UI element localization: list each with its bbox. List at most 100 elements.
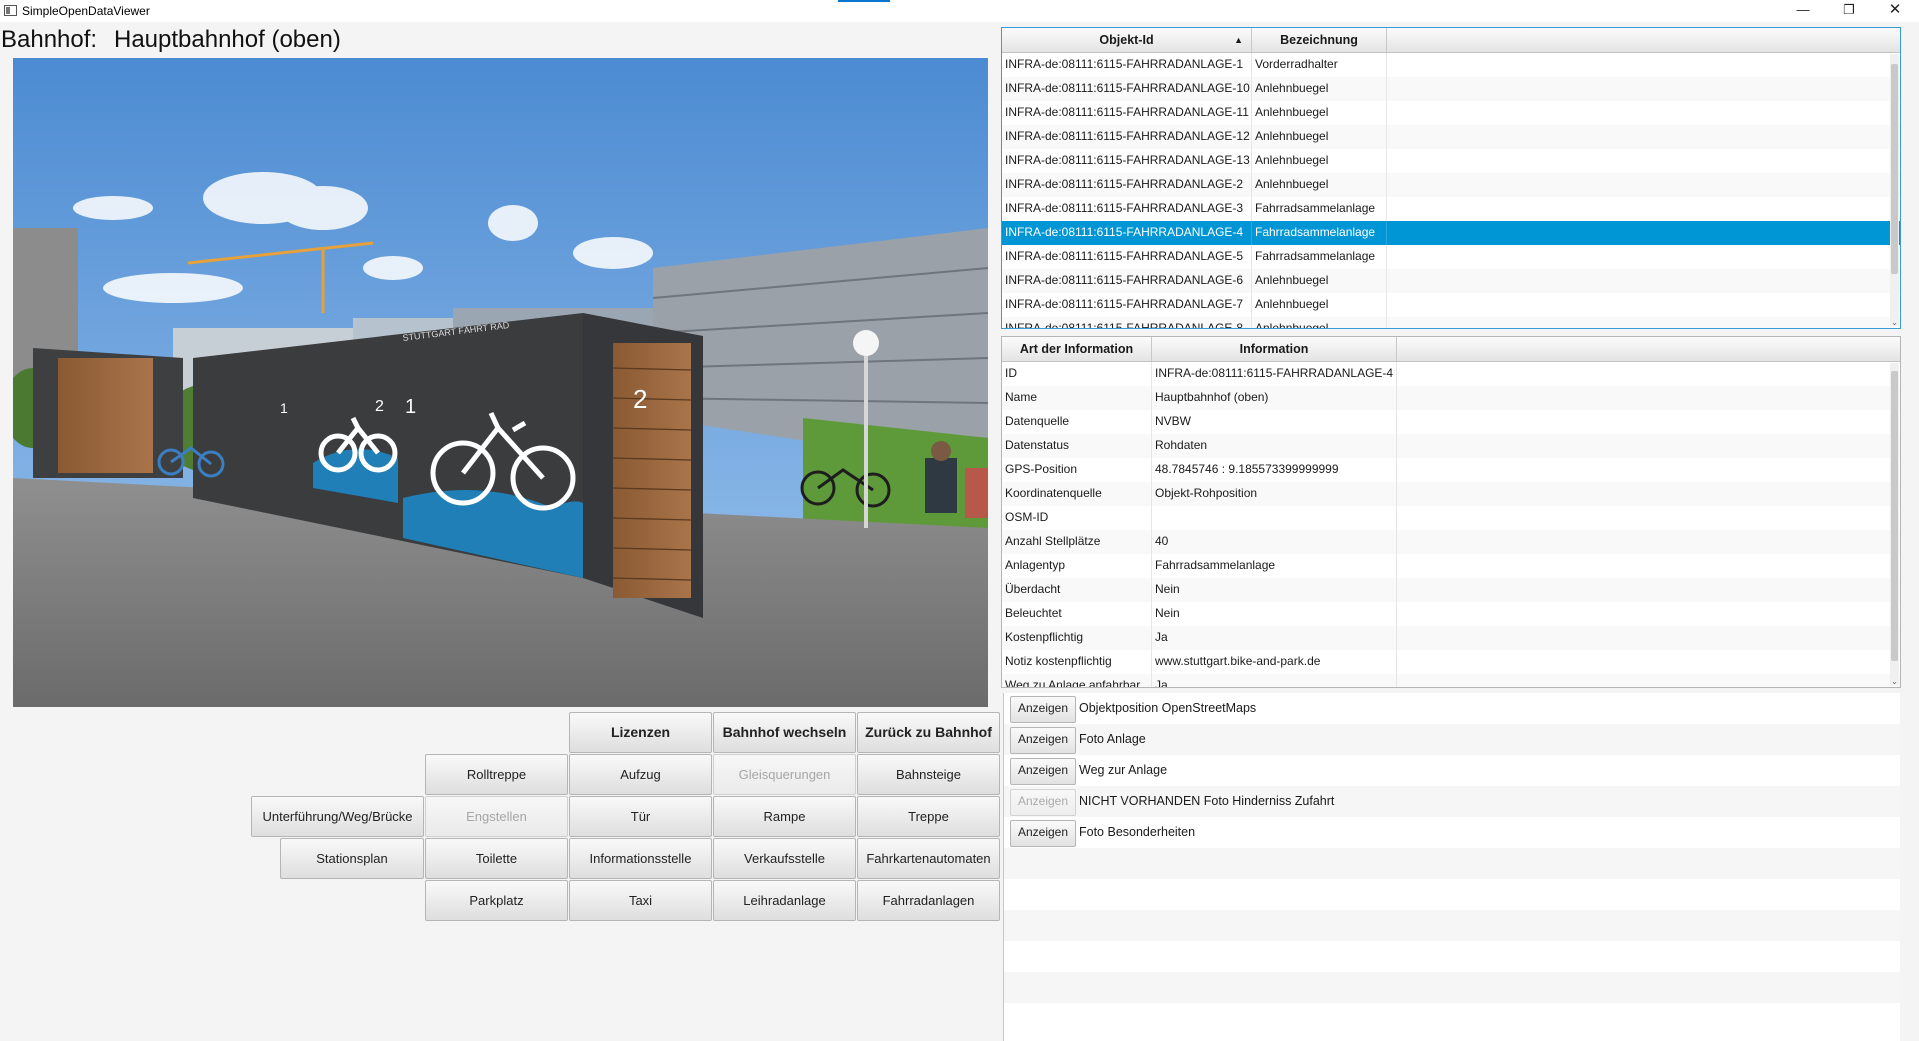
box-number-1: 1 [280, 400, 288, 416]
info-table-row[interactable]: ID INFRA-de:08111:6115-FAHRRADANLAGE-4 [1002, 362, 1900, 386]
toilette-button[interactable]: Toilette [425, 838, 568, 879]
info-table-row[interactable]: Weg zu Anlage anfahrbar Ja [1002, 674, 1900, 687]
empty-row [1004, 848, 1900, 879]
column-bezeichnung[interactable]: Bezeichnung [1252, 28, 1387, 52]
box-number-2: 2 [375, 398, 384, 415]
bezeichnung-cell: Fahrradsammelanlage [1252, 197, 1387, 221]
bahnhof-wechseln-button[interactable]: Bahnhof wechseln [713, 712, 856, 753]
object-table[interactable]: Objekt-Id ▲ Bezeichnung INFRA-de:08111:6… [1001, 27, 1901, 329]
link-row: Anzeigen Weg zur Anlage [1004, 755, 1900, 786]
info-key-cell: Überdacht [1002, 578, 1152, 602]
close-icon[interactable]: ✕ [1872, 0, 1918, 22]
object-table-row[interactable]: INFRA-de:08111:6115-FAHRRADANLAGE-7 Anleh… [1002, 293, 1900, 317]
info-table-row[interactable]: Kostenpflichtig Ja [1002, 626, 1900, 650]
info-value-cell [1152, 506, 1397, 530]
rolltreppe-button[interactable]: Rolltreppe [425, 754, 568, 795]
anzeigen-button[interactable]: Anzeigen [1010, 789, 1076, 816]
tuer-button[interactable]: Tür [569, 796, 712, 837]
link-description: NICHT VORHANDEN Foto Hinderniss Zufahrt [1079, 794, 1335, 808]
info-table-row[interactable]: Anzahl Stellplätze 40 [1002, 530, 1900, 554]
object-table-row[interactable]: INFRA-de:08111:6115-FAHRRADANLAGE-6 Anleh… [1002, 269, 1900, 293]
info-key-cell: Kostenpflichtig [1002, 626, 1152, 650]
object-id-cell: INFRA-de:08111:6115-FAHRRADANLAGE-6 [1002, 269, 1252, 293]
info-value-cell: 48.7845746 : 9.185573399999999 [1152, 458, 1397, 482]
object-table-row[interactable]: INFRA-de:08111:6115-FAHRRADANLAGE-5 Fahrr… [1002, 245, 1900, 269]
taxi-button[interactable]: Taxi [569, 880, 712, 921]
info-value-cell: www.stuttgart.bike-and-park.de [1152, 650, 1397, 674]
info-value-cell: 40 [1152, 530, 1397, 554]
aufzug-button[interactable]: Aufzug [569, 754, 712, 795]
app-icon [4, 5, 17, 16]
info-table-row[interactable]: Überdacht Nein [1002, 578, 1900, 602]
empty-row [1004, 910, 1900, 941]
rampe-button[interactable]: Rampe [713, 796, 856, 837]
object-table-row[interactable]: INFRA-de:08111:6115-FAHRRADANLAGE-11 Anle… [1002, 101, 1900, 125]
info-value-cell: NVBW [1152, 410, 1397, 434]
sort-ascending-icon: ▲ [1234, 35, 1243, 45]
object-table-row[interactable]: INFRA-de:08111:6115-FAHRRADANLAGE-12 Anle… [1002, 125, 1900, 149]
anzeigen-button[interactable]: Anzeigen [1010, 820, 1076, 847]
restore-icon[interactable]: ❐ [1826, 0, 1872, 22]
info-table-row[interactable]: Beleuchtet Nein [1002, 602, 1900, 626]
title-bar-accent [838, 0, 890, 2]
engstellen-button[interactable]: Engstellen [425, 796, 568, 837]
object-table-row[interactable]: INFRA-de:08111:6115-FAHRRADANLAGE-1 Vorde… [1002, 53, 1900, 77]
zurueck-zu-bahnhof-button[interactable]: Zurück zu Bahnhof [857, 712, 1000, 753]
anzeigen-button[interactable]: Anzeigen [1010, 727, 1076, 754]
leihradanlage-button[interactable]: Leihradanlage [713, 880, 856, 921]
info-table-row[interactable]: Datenquelle NVBW [1002, 410, 1900, 434]
anzeigen-button[interactable]: Anzeigen [1010, 758, 1076, 785]
unterfuehrung-button[interactable]: Unterführung/Weg/Brücke [251, 796, 424, 837]
empty-row [1004, 972, 1900, 1003]
info-key-cell: Notiz kostenpflichtig [1002, 650, 1152, 674]
object-table-header: Objekt-Id ▲ Bezeichnung [1002, 28, 1900, 53]
object-table-row[interactable]: INFRA-de:08111:6115-FAHRRADANLAGE-2 Anleh… [1002, 173, 1900, 197]
object-id-cell: INFRA-de:08111:6115-FAHRRADANLAGE-7 [1002, 293, 1252, 317]
column-information[interactable]: Information [1152, 337, 1397, 361]
info-table-row[interactable]: Datenstatus Rohdaten [1002, 434, 1900, 458]
info-table-row[interactable]: OSM-ID [1002, 506, 1900, 530]
media-link-list: Anzeigen Objektposition OpenStreetMaps Anz… [1003, 693, 1900, 1041]
anzeigen-button[interactable]: Anzeigen [1010, 696, 1076, 723]
info-table-row[interactable]: Notiz kostenpflichtig www.stuttgart.bike-… [1002, 650, 1900, 674]
info-table-row[interactable]: GPS-Position 48.7845746 : 9.1855733999999… [1002, 458, 1900, 482]
informationsstelle-button[interactable]: Informationsstelle [569, 838, 712, 879]
info-table-row[interactable]: Anlagentyp Fahrradsammelanlage [1002, 554, 1900, 578]
object-id-cell: INFRA-de:08111:6115-FAHRRADANLAGE-8 [1002, 317, 1252, 328]
object-id-cell: INFRA-de:08111:6115-FAHRRADANLAGE-12 [1002, 125, 1252, 149]
bahnsteige-button[interactable]: Bahnsteige [857, 754, 1000, 795]
object-table-scrollbar[interactable] [1890, 54, 1899, 326]
scroll-down-icon[interactable]: ⌄ [1890, 677, 1899, 686]
treppe-button[interactable]: Treppe [857, 796, 1000, 837]
scroll-down-icon[interactable]: ⌄ [1890, 318, 1899, 327]
stationsplan-button[interactable]: Stationsplan [280, 838, 424, 879]
info-table[interactable]: Art der Information Information ID INFRA-… [1001, 336, 1901, 688]
object-id-cell: INFRA-de:08111:6115-FAHRRADANLAGE-5 [1002, 245, 1252, 269]
verkaufsstelle-button[interactable]: Verkaufsstelle [713, 838, 856, 879]
fahrradanlagen-button[interactable]: Fahrradanlagen [857, 880, 1000, 921]
object-table-row[interactable]: INFRA-de:08111:6115-FAHRRADANLAGE-3 Fahrr… [1002, 197, 1900, 221]
minimize-icon[interactable]: — [1780, 0, 1826, 22]
info-value-cell: Ja [1152, 626, 1397, 650]
object-table-row[interactable]: INFRA-de:08111:6115-FAHRRADANLAGE-8 Anleh… [1002, 317, 1900, 328]
column-objekt-id[interactable]: Objekt-Id ▲ [1002, 28, 1252, 52]
fahrkartenautomaten-button[interactable]: Fahrkartenautomaten [857, 838, 1000, 879]
info-table-row[interactable]: Koordinatenquelle Objekt-Rohposition [1002, 482, 1900, 506]
info-key-cell: Datenquelle [1002, 410, 1152, 434]
station-name: Hauptbahnhof (oben) [114, 26, 341, 53]
info-table-row[interactable]: Name Hauptbahnhof (oben) [1002, 386, 1900, 410]
gleisquerungen-button[interactable]: Gleisquerungen [713, 754, 856, 795]
object-id-cell: INFRA-de:08111:6115-FAHRRADANLAGE-13 [1002, 149, 1252, 173]
column-art-der-information[interactable]: Art der Information [1002, 337, 1152, 361]
info-key-cell: Koordinatenquelle [1002, 482, 1152, 506]
info-key-cell: Datenstatus [1002, 434, 1152, 458]
info-key-cell: Anlagentyp [1002, 554, 1152, 578]
object-table-row[interactable]: INFRA-de:08111:6115-FAHRRADANLAGE-4 Fahrr… [1002, 221, 1900, 245]
object-table-row[interactable]: INFRA-de:08111:6115-FAHRRADANLAGE-13 Anle… [1002, 149, 1900, 173]
info-table-scrollbar[interactable] [1890, 363, 1899, 685]
parkplatz-button[interactable]: Parkplatz [425, 880, 568, 921]
lizenzen-button[interactable]: Lizenzen [569, 712, 712, 753]
info-key-cell: ID [1002, 362, 1152, 386]
info-value-cell: INFRA-de:08111:6115-FAHRRADANLAGE-4 [1152, 362, 1397, 386]
object-table-row[interactable]: INFRA-de:08111:6115-FAHRRADANLAGE-10 Anle… [1002, 77, 1900, 101]
